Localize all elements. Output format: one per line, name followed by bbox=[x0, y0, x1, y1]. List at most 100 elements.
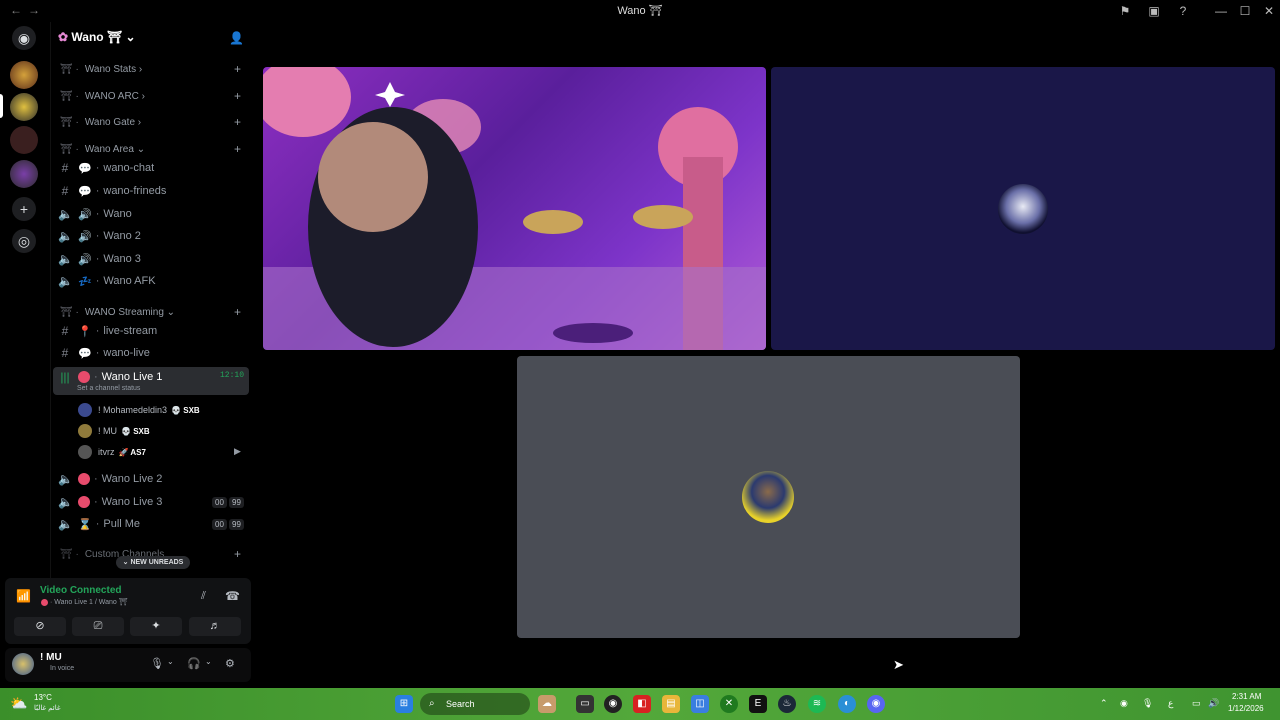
steam-icon[interactable]: ♨ bbox=[778, 695, 796, 713]
channel-wano-live-1[interactable]: ||| · Wano Live 1 bbox=[58, 368, 162, 386]
screen-share-button[interactable]: ⎚ bbox=[72, 617, 124, 636]
clock-time[interactable]: 2:31 AM bbox=[1232, 692, 1261, 701]
close-button[interactable]: ✕ bbox=[1261, 3, 1277, 19]
wano-server-icon[interactable] bbox=[10, 93, 38, 121]
language-indicator[interactable]: ع bbox=[1168, 698, 1173, 709]
category-wano-streaming[interactable]: ⛩ · WANO Streaming ⌄ bbox=[60, 307, 175, 321]
obs-icon[interactable]: ◉ bbox=[604, 695, 622, 713]
avatar bbox=[742, 471, 794, 523]
widget-icon[interactable]: ☁ bbox=[538, 695, 556, 713]
channel-timer: 12:10 bbox=[220, 371, 245, 380]
voice-user[interactable]: ! Mohamedeldin3 💀 SXB bbox=[78, 402, 200, 418]
category-wano-gate[interactable]: ⛩ · Wano Gate › bbox=[60, 117, 141, 131]
speaker-icon: 🔈 bbox=[58, 472, 73, 486]
help-icon[interactable]: ? bbox=[1175, 3, 1191, 19]
inbox-icon[interactable]: ▣ bbox=[1146, 3, 1162, 19]
user-name[interactable]: ! MU bbox=[40, 652, 62, 663]
chevron-down-icon[interactable]: ⌄ bbox=[205, 657, 212, 666]
discover-compass-icon[interactable]: ◎ bbox=[12, 229, 36, 253]
windows-start-icon[interactable]: ⊞ bbox=[395, 695, 413, 713]
spotify-icon[interactable]: ≋ bbox=[808, 695, 826, 713]
channel-wano-frineds[interactable]: # 💬 · wano-frineds bbox=[58, 182, 167, 200]
category-wano-arc[interactable]: ⛩ · WANO ARC › bbox=[60, 91, 145, 105]
user-limit-badge: 99 bbox=[229, 497, 244, 508]
search-input[interactable]: ⌕ Search bbox=[420, 693, 530, 715]
minimize-button[interactable]: — bbox=[1213, 3, 1229, 19]
channel-status[interactable]: Set a channel status bbox=[77, 385, 140, 392]
flag-icon[interactable]: ⚑ bbox=[1117, 3, 1133, 19]
add-server-icon[interactable]: + bbox=[12, 197, 36, 221]
channel-pull-me[interactable]: 🔈 ⌛ · Pull Me bbox=[58, 515, 140, 533]
text-channel-icon: # bbox=[61, 324, 69, 338]
file-explorer-icon[interactable]: ▤ bbox=[662, 695, 680, 713]
channel-wano-live-2[interactable]: 🔈 · Wano Live 2 bbox=[58, 470, 162, 488]
soundboard-button[interactable]: ♬ bbox=[189, 617, 241, 636]
speaker-icon: 🔈 bbox=[58, 207, 73, 221]
headphones-icon[interactable]: 🎧 bbox=[187, 657, 201, 670]
edge-icon[interactable]: ◐ bbox=[838, 695, 856, 713]
weather-icon[interactable]: ⛅ bbox=[10, 695, 27, 712]
microphone-icon[interactable]: 🎙 bbox=[150, 657, 164, 670]
app-red-icon[interactable]: ◧ bbox=[633, 695, 651, 713]
channel-wano-live[interactable]: # 💬 · wano-live bbox=[58, 344, 150, 362]
channel-wano-chat[interactable]: # 💬 · wano-chat bbox=[58, 159, 154, 177]
discord-taskbar-icon[interactable]: ◉ bbox=[867, 695, 885, 713]
gear-icon[interactable]: ⚙ bbox=[225, 657, 235, 670]
add-channel-icon[interactable]: + bbox=[234, 62, 241, 76]
microphone-icon[interactable]: 🎙 bbox=[1142, 698, 1153, 709]
category-wano-stats[interactable]: ⛩ · Wano Stats › bbox=[60, 64, 142, 78]
add-member-icon[interactable]: 👤 bbox=[229, 31, 244, 45]
title-bar: ← → Wano ⛩ ⚑ ▣ ? — ☐ ✕ bbox=[0, 0, 1280, 22]
epic-games-icon[interactable]: E bbox=[749, 695, 767, 713]
chevron-up-icon[interactable]: ⌃ bbox=[1100, 698, 1108, 709]
search-icon: ⌕ bbox=[429, 698, 435, 709]
video-feed-scene bbox=[263, 67, 766, 350]
camera-toggle-button[interactable]: ⊘ bbox=[14, 617, 66, 636]
channel-wano-afk[interactable]: 🔈 💤 · Wano AFK bbox=[58, 272, 156, 290]
add-channel-icon[interactable]: + bbox=[234, 305, 241, 319]
speaker-icon: 🔈 bbox=[58, 274, 73, 288]
noise-suppression-icon[interactable]: ⫽ bbox=[201, 590, 206, 603]
video-tile-avatar[interactable] bbox=[771, 67, 1275, 350]
sxb-server-icon[interactable] bbox=[10, 126, 38, 154]
new-unreads-pill[interactable]: ⌄ NEW UNREADS bbox=[116, 556, 190, 569]
video-tile-camera[interactable] bbox=[263, 67, 766, 350]
server-header[interactable]: ✿ Wano ⛩ ⌄ bbox=[58, 30, 136, 46]
chevron-down-icon: ⌄ bbox=[125, 30, 136, 44]
clock-date[interactable]: 1/12/2026 bbox=[1228, 704, 1264, 713]
voice-user[interactable]: itvrz 🚀 AS7 bbox=[78, 444, 146, 460]
voice-location[interactable]: · Wano Live 1 / Wano ⛩ bbox=[50, 598, 128, 606]
activities-button[interactable]: ✦ bbox=[130, 617, 182, 636]
add-channel-icon[interactable]: + bbox=[234, 142, 241, 156]
voice-user[interactable]: ! MU 💀 SXB bbox=[78, 423, 150, 439]
avatar[interactable] bbox=[12, 653, 34, 675]
add-channel-icon[interactable]: + bbox=[234, 547, 241, 561]
network-icon[interactable]: ▭ bbox=[1192, 698, 1201, 709]
channel-live-stream[interactable]: # 📍 · live-stream bbox=[58, 322, 158, 340]
window-title: Wano ⛩ bbox=[617, 5, 663, 17]
video-tile-avatar[interactable] bbox=[517, 356, 1020, 638]
discord-home-icon[interactable]: ◉ bbox=[12, 26, 36, 50]
task-view-icon[interactable]: ▭ bbox=[576, 695, 594, 713]
volume-icon[interactable]: 🔊 bbox=[1208, 698, 1219, 709]
text-channel-icon: # bbox=[61, 184, 69, 198]
channel-wano[interactable]: 🔈 🔊 · Wano bbox=[58, 205, 132, 223]
category-wano-area[interactable]: ⛩ · Wano Area ⌄ bbox=[60, 144, 145, 158]
channel-wano-2[interactable]: 🔈 🔊 · Wano 2 bbox=[58, 227, 141, 245]
store-icon[interactable]: ◫ bbox=[691, 695, 709, 713]
xbox-icon[interactable]: ✕ bbox=[720, 695, 738, 713]
add-channel-icon[interactable]: + bbox=[234, 89, 241, 103]
server-icon[interactable] bbox=[10, 61, 38, 89]
disconnect-icon[interactable]: ☎ bbox=[225, 589, 240, 603]
avatar bbox=[78, 445, 92, 459]
maximize-button[interactable]: ☐ bbox=[1237, 3, 1253, 19]
channel-wano-3[interactable]: 🔈 🔊 · Wano 3 bbox=[58, 250, 141, 268]
add-channel-icon[interactable]: + bbox=[234, 115, 241, 129]
server-folder-icon[interactable] bbox=[10, 160, 38, 188]
weather-temp[interactable]: 13°C bbox=[34, 693, 52, 702]
chevron-down-icon[interactable]: ⌄ bbox=[167, 657, 174, 666]
avatar bbox=[998, 184, 1048, 234]
tray-app-icon[interactable]: ◉ bbox=[1120, 698, 1128, 709]
signal-icon[interactable]: 📶 bbox=[16, 589, 31, 603]
channel-wano-live-3[interactable]: 🔈 · Wano Live 3 bbox=[58, 493, 162, 511]
